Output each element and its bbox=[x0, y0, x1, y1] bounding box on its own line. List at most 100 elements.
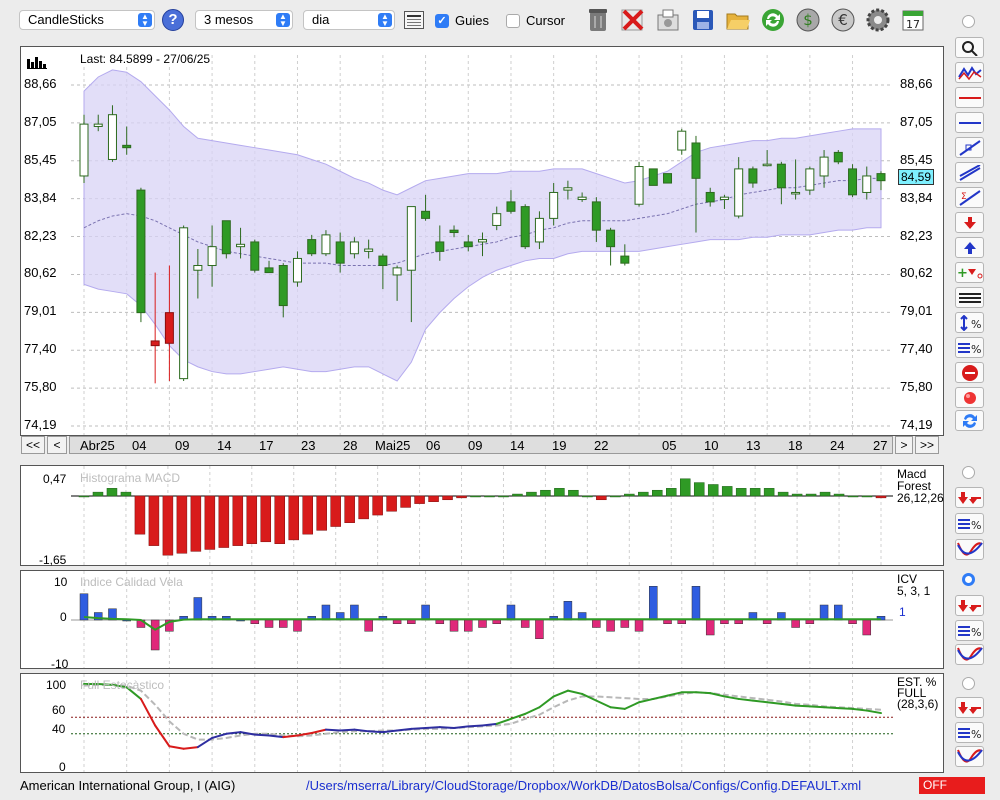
calendar-icon[interactable]: 17 bbox=[899, 6, 927, 34]
first-page-button[interactable]: << bbox=[21, 436, 45, 454]
stoch-curve-icon[interactable] bbox=[955, 746, 984, 767]
trash-icon[interactable] bbox=[584, 6, 612, 34]
cursor-checkbox[interactable] bbox=[506, 14, 520, 28]
refresh-icon[interactable] bbox=[759, 6, 787, 34]
radio-icv-selected[interactable] bbox=[962, 573, 975, 586]
icv-y-top: 10 bbox=[54, 575, 68, 589]
euro-icon[interactable]: € bbox=[829, 6, 857, 34]
chart-overlay-icon[interactable] bbox=[955, 62, 984, 83]
off-toggle[interactable]: OFF bbox=[919, 777, 985, 794]
macd-bar bbox=[847, 495, 859, 498]
macd-bar bbox=[749, 488, 761, 497]
stochastic-panel[interactable]: Full Estocàstico 100 60 40 0 EST. % FULL… bbox=[20, 673, 944, 774]
candle-body bbox=[107, 114, 117, 160]
settings-gear-icon[interactable] bbox=[864, 6, 892, 34]
candle-body bbox=[534, 217, 544, 243]
icv-panel[interactable]: Indice Calidad Vela 10 0 -10 ICV 5, 3, 1… bbox=[20, 570, 944, 671]
stoch-arrows-icon[interactable] bbox=[955, 697, 984, 718]
channel-icon[interactable] bbox=[955, 162, 984, 183]
horizontal-line-red-icon[interactable] bbox=[955, 87, 984, 108]
radio-stochastic[interactable] bbox=[962, 677, 975, 690]
macd-bar bbox=[218, 495, 230, 548]
grid-lines-icon[interactable] bbox=[955, 287, 984, 308]
stoch-k-segment bbox=[524, 706, 541, 715]
macd-curve-icon[interactable] bbox=[955, 539, 984, 560]
calendar-day: 17 bbox=[906, 18, 920, 31]
date-label: 09 bbox=[468, 438, 483, 453]
help-icon[interactable]: ? bbox=[162, 9, 184, 31]
macd-bar bbox=[288, 495, 299, 541]
icv-arrows-icon[interactable] bbox=[955, 595, 984, 616]
macd-bar bbox=[777, 491, 789, 497]
icv-bar bbox=[535, 619, 544, 639]
stoch-k-segment bbox=[154, 724, 171, 748]
vertical-scale-percent-icon[interactable]: % bbox=[955, 312, 984, 333]
radio-main[interactable] bbox=[962, 15, 975, 28]
open-folder-icon[interactable] bbox=[724, 6, 752, 34]
candle-body bbox=[136, 189, 146, 314]
candle-body bbox=[719, 196, 729, 201]
last-price-label: Last: 84.5899 - 27/06/25 bbox=[80, 52, 211, 66]
save-icon[interactable] bbox=[689, 6, 717, 34]
last-page-button[interactable]: >> bbox=[915, 436, 939, 454]
macd-bar bbox=[302, 495, 313, 535]
period-select[interactable]: 3 mesos ▲ ▼ bbox=[195, 10, 293, 30]
prev-page-button[interactable]: < bbox=[47, 436, 67, 454]
date-label: 04 bbox=[132, 438, 147, 453]
stoch-side-3: (28,3,6) bbox=[897, 697, 939, 711]
no-entry-icon[interactable] bbox=[955, 362, 984, 383]
macd-bar bbox=[484, 495, 495, 498]
candle-body bbox=[221, 220, 231, 255]
zoom-icon[interactable] bbox=[955, 37, 984, 58]
config-path-link[interactable]: /Users/mserra/Library/CloudStorage/Dropb… bbox=[306, 778, 861, 793]
stoch-d-line bbox=[83, 683, 882, 741]
candle-body bbox=[79, 123, 89, 177]
candle-body bbox=[791, 191, 801, 195]
macd-bar bbox=[679, 478, 691, 497]
macd-arrows-icon[interactable] bbox=[955, 487, 984, 508]
macd-bar bbox=[819, 491, 831, 497]
stoch-lines-percent-icon[interactable]: % bbox=[955, 722, 984, 743]
arrow-down-icon[interactable] bbox=[955, 212, 984, 233]
arrow-up-icon[interactable] bbox=[955, 237, 984, 258]
svg-text:$: $ bbox=[803, 11, 813, 29]
delete-icon[interactable] bbox=[619, 6, 647, 34]
icv-title: Indice Calidad Vela bbox=[80, 575, 183, 589]
regression-icon[interactable]: Σ bbox=[955, 187, 984, 208]
add-remove-marks-icon[interactable]: + bbox=[955, 262, 984, 283]
candle-body bbox=[648, 168, 658, 186]
macd-bar bbox=[610, 495, 621, 498]
interval-value: dia bbox=[312, 12, 330, 27]
dollar-sync-icon[interactable]: $ bbox=[794, 6, 822, 34]
macd-bar bbox=[666, 488, 677, 497]
radio-macd[interactable] bbox=[962, 466, 975, 479]
trendline-icon[interactable] bbox=[955, 137, 984, 158]
icv-curve-icon[interactable] bbox=[955, 644, 984, 665]
macd-lines-percent-icon[interactable]: % bbox=[955, 513, 984, 534]
date-bar[interactable]: Abr25 04 09 14 17 23 28 Mai25 06 09 14 19 22 05 10 13 18… bbox=[69, 436, 893, 454]
icv-bar bbox=[620, 619, 630, 628]
data-table-icon[interactable] bbox=[404, 11, 424, 29]
swap-icon[interactable] bbox=[955, 410, 984, 431]
macd-bar bbox=[526, 491, 537, 497]
lines-percent-icon[interactable]: % bbox=[955, 337, 984, 358]
interval-select[interactable]: dia ▲ ▼ bbox=[303, 10, 395, 30]
document-icon[interactable] bbox=[654, 6, 682, 34]
candle-body bbox=[307, 239, 317, 255]
next-page-button[interactable]: > bbox=[895, 436, 913, 454]
horizontal-line-blue-icon[interactable] bbox=[955, 112, 984, 133]
date-label: 09 bbox=[175, 438, 190, 453]
macd-bar bbox=[763, 488, 775, 497]
price-tick-left: 82,23 bbox=[24, 227, 57, 243]
macd-panel[interactable]: Histograma MACD 0,47 -1,65 Macd Forest 2… bbox=[20, 465, 944, 567]
candle-body bbox=[292, 257, 302, 283]
price-panel[interactable]: Last: 84.5899 - 27/06/25 bbox=[20, 46, 944, 436]
stoch-y-60: 60 bbox=[52, 703, 66, 717]
candlestick-chart[interactable] bbox=[21, 47, 943, 435]
record-icon[interactable] bbox=[955, 387, 984, 408]
candle-body bbox=[449, 229, 459, 234]
candle-body bbox=[378, 255, 388, 267]
chart-type-select[interactable]: CandleSticks ▲ ▼ bbox=[19, 10, 155, 30]
guides-checkbox[interactable]: ✓ bbox=[435, 14, 449, 28]
icv-lines-percent-icon[interactable]: % bbox=[955, 620, 984, 641]
